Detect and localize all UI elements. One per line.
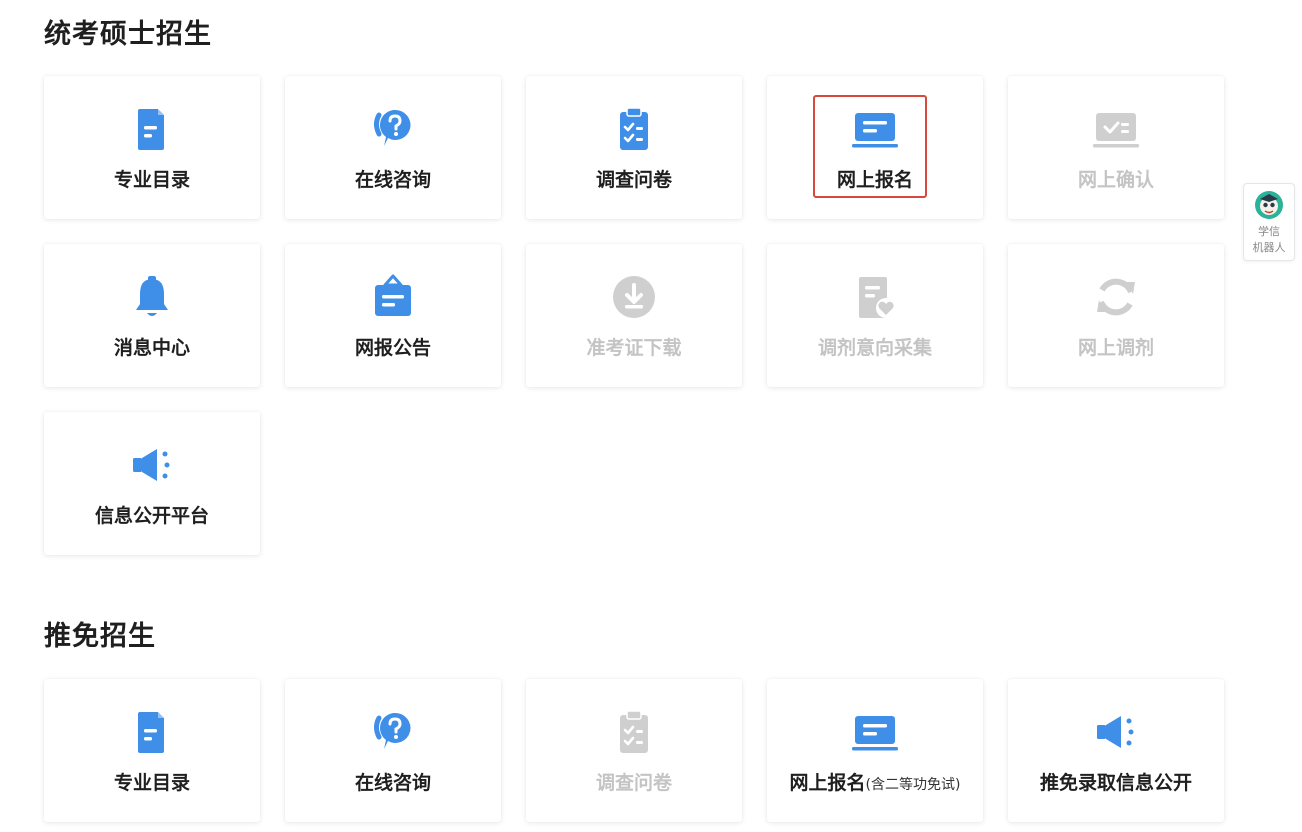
card-label-text: 网上报名	[789, 772, 866, 794]
card-label: 网上确认	[1008, 165, 1224, 192]
help-chat-icon	[368, 104, 418, 154]
card-clipboard-check[interactable]: 调查问卷	[526, 76, 742, 219]
card-refresh[interactable]: 网上调剂	[1008, 244, 1224, 387]
card-label: 网报公告	[285, 333, 501, 360]
xuexin-robot-button[interactable]: 学信 机器人	[1243, 183, 1295, 261]
card-download[interactable]: 准考证下载	[526, 244, 742, 387]
card-notice-board[interactable]: 网报公告	[285, 244, 501, 387]
megaphone-icon	[127, 440, 177, 490]
card-label-text: 网上调剂	[1077, 337, 1154, 359]
card-label-text: 信息公开平台	[94, 505, 209, 527]
highlight-box	[813, 95, 927, 198]
section-title-tuimian: 推免招生	[44, 621, 156, 652]
card-label: 专业目录	[44, 768, 260, 795]
card-label: 在线咨询	[285, 165, 501, 192]
notice-board-icon	[368, 272, 418, 322]
card-help-chat[interactable]: 在线咨询	[285, 679, 501, 822]
robot-label-line1: 学信	[1258, 225, 1280, 238]
card-label: 网上报名(含二等功免试)	[767, 768, 983, 795]
card-label: 在线咨询	[285, 768, 501, 795]
robot-avatar-icon	[1255, 191, 1283, 219]
document-icon	[127, 104, 177, 154]
card-help-chat[interactable]: 在线咨询	[285, 76, 501, 219]
laptop-icon	[850, 707, 900, 757]
card-label-text: 消息中心	[113, 337, 190, 359]
section-title-tongkao: 统考硕士招生	[44, 19, 212, 50]
card-doc-heart[interactable]: 调剂意向采集	[767, 244, 983, 387]
card-label: 网上调剂	[1008, 333, 1224, 360]
card-clipboard-check[interactable]: 调查问卷	[526, 679, 742, 822]
card-label: 消息中心	[44, 333, 260, 360]
card-label: 推免录取信息公开	[1008, 768, 1224, 795]
card-confirm-screen[interactable]: 网上确认	[1008, 76, 1224, 219]
refresh-icon	[1091, 272, 1141, 322]
card-label-text: 调剂意向采集	[817, 337, 932, 359]
card-label: 信息公开平台	[44, 501, 260, 528]
card-megaphone[interactable]: 推免录取信息公开	[1008, 679, 1224, 822]
card-label-text: 在线咨询	[354, 169, 431, 191]
doc-heart-icon	[850, 272, 900, 322]
card-label-text: 在线咨询	[354, 772, 431, 794]
card-laptop[interactable]: 网上报名	[767, 76, 983, 219]
bell-icon	[127, 272, 177, 322]
card-label: 调查问卷	[526, 768, 742, 795]
card-label-text: 网上确认	[1077, 169, 1154, 191]
card-label: 专业目录	[44, 165, 260, 192]
robot-label-line2: 机器人	[1252, 241, 1286, 254]
card-label-text: 调查问卷	[595, 772, 672, 794]
card-laptop[interactable]: 网上报名(含二等功免试)	[767, 679, 983, 822]
card-document[interactable]: 专业目录	[44, 679, 260, 822]
download-icon	[609, 272, 659, 322]
card-label-sub: (含二等功免试)	[865, 777, 961, 793]
card-label-text: 推免录取信息公开	[1039, 772, 1192, 794]
help-chat-icon	[368, 707, 418, 757]
card-label-text: 调查问卷	[595, 169, 672, 191]
card-label: 准考证下载	[526, 333, 742, 360]
megaphone-icon	[1091, 707, 1141, 757]
card-label: 调剂意向采集	[767, 333, 983, 360]
card-label: 调查问卷	[526, 165, 742, 192]
card-label-text: 专业目录	[113, 169, 190, 191]
clipboard-check-icon	[609, 707, 659, 757]
card-label-text: 准考证下载	[586, 337, 682, 359]
card-bell[interactable]: 消息中心	[44, 244, 260, 387]
clipboard-check-icon	[609, 104, 659, 154]
card-document[interactable]: 专业目录	[44, 76, 260, 219]
document-icon	[127, 707, 177, 757]
card-label-text: 专业目录	[113, 772, 190, 794]
card-label-text: 网报公告	[354, 337, 431, 359]
card-megaphone[interactable]: 信息公开平台	[44, 412, 260, 555]
confirm-screen-icon	[1091, 104, 1141, 154]
